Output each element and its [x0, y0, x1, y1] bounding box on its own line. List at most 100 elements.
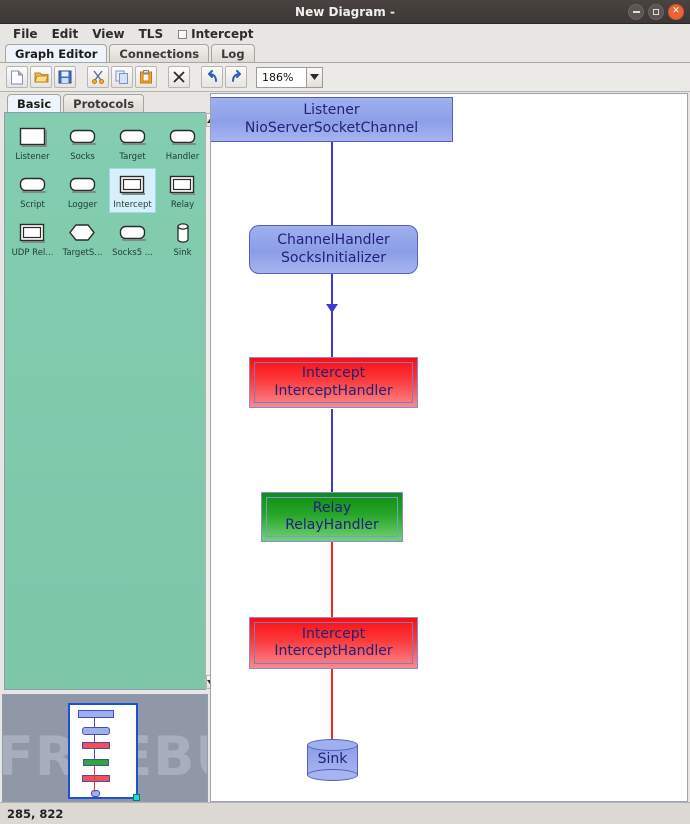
minimap-node — [82, 727, 110, 735]
node-line1: ChannelHandler — [277, 232, 390, 249]
undo-button[interactable] — [201, 66, 223, 88]
redo-button[interactable] — [225, 66, 247, 88]
title-bar: New Diagram - ✕ — [0, 0, 690, 24]
palette-row: Listener Socks Target Handler — [5, 121, 205, 164]
palette-item-label: Target — [119, 152, 146, 162]
menu-tls[interactable]: TLS — [132, 26, 170, 42]
node-inner-border — [266, 497, 398, 537]
edge-intercept1-relay[interactable] — [331, 409, 333, 503]
palette-tab-protocols[interactable]: Protocols — [63, 94, 145, 112]
open-folder-button[interactable] — [30, 66, 52, 88]
palette-grid: Listener Socks Target Handler Script Log… — [5, 113, 205, 689]
chevron-down-icon[interactable] — [306, 66, 323, 88]
delete-button[interactable] — [168, 66, 190, 88]
palette-item-label: Socks — [70, 152, 95, 162]
palette-item-sink[interactable]: Sink — [160, 217, 205, 260]
palette-item-relay[interactable]: Relay — [160, 169, 205, 212]
double-rect-shape-icon — [169, 172, 197, 197]
palette-item-label: Logger — [67, 200, 98, 210]
tab-graph-editor[interactable]: Graph Editor — [5, 44, 108, 62]
node-sink[interactable]: Sink — [307, 739, 358, 781]
palette-item-socks[interactable]: Socks — [60, 121, 105, 164]
edge-intercept2-sink[interactable] — [331, 669, 333, 746]
menu-edit[interactable]: Edit — [45, 26, 86, 42]
palette-item-script[interactable]: Script — [10, 169, 55, 212]
palette-item-intercept[interactable]: Intercept — [109, 168, 156, 213]
palette-item-label: Handler — [165, 152, 200, 162]
rect-shape-icon — [19, 124, 47, 149]
palette-item-label: Sink — [173, 248, 192, 258]
minimap-node — [82, 775, 110, 782]
minimap-edge — [94, 766, 95, 792]
node-intercept-1[interactable]: Intercept InterceptHandler — [249, 357, 418, 408]
rounded-shape-icon — [119, 124, 147, 149]
rounded-shape-icon — [19, 172, 47, 197]
status-bar: 285, 822 — [0, 802, 690, 824]
menu-bar: File Edit View TLS Intercept — [0, 24, 690, 44]
palette-item-target[interactable]: Target — [110, 121, 155, 164]
minimap-node — [82, 742, 110, 749]
outline-panel[interactable]: FREEBUF — [2, 694, 208, 802]
rounded-shape-icon — [119, 220, 147, 245]
node-listener-label: Listener NioServerSocketChannel — [211, 98, 452, 141]
cut-button[interactable] — [87, 66, 109, 88]
close-button[interactable]: ✕ — [668, 4, 684, 20]
node-line1: Listener — [303, 102, 360, 119]
palette-item-listener[interactable]: Listener — [10, 121, 55, 164]
palette-item-label: Listener — [15, 152, 50, 162]
palette-item-label: Socks5 ... — [112, 248, 153, 258]
toolbar: 186% — [0, 63, 690, 92]
cylinder-top — [307, 739, 358, 751]
minimap-node — [83, 759, 109, 766]
edge-channel-intercept1[interactable] — [331, 274, 333, 363]
node-listener[interactable]: Listener NioServerSocketChannel — [211, 97, 453, 142]
palette-tab-basic[interactable]: Basic — [7, 94, 62, 112]
cylinder-shape-icon — [169, 220, 197, 245]
double-rect-shape-icon — [119, 172, 147, 197]
tab-log[interactable]: Log — [211, 44, 255, 62]
minimize-button[interactable] — [628, 4, 644, 20]
node-inner-border — [254, 622, 413, 664]
save-button[interactable] — [54, 66, 76, 88]
new-file-button[interactable] — [6, 66, 28, 88]
rounded-shape-icon — [69, 124, 97, 149]
tab-connections[interactable]: Connections — [109, 44, 210, 62]
node-intercept-2[interactable]: Intercept InterceptHandler — [249, 617, 418, 669]
palette-item-target-sock[interactable]: TargetS... — [60, 217, 105, 260]
zoom-value[interactable]: 186% — [256, 66, 306, 88]
node-line2: SocksInitializer — [281, 249, 386, 266]
graph-canvas[interactable]: Listener NioServerSocketChannel ChannelH… — [210, 93, 688, 802]
palette-item-udp-relay[interactable]: UDP Rel... — [10, 217, 55, 260]
application-window: New Diagram - ✕ File Edit View TLS Inter… — [0, 0, 690, 824]
zoom-control[interactable]: 186% — [256, 66, 323, 88]
menu-file[interactable]: File — [6, 26, 45, 42]
maximize-button[interactable] — [648, 4, 664, 20]
node-channel-handler-label: ChannelHandler SocksInitializer — [250, 226, 417, 273]
minimap-node — [78, 710, 114, 718]
double-rect-shape-icon — [19, 220, 47, 245]
palette-item-label: UDP Rel... — [11, 248, 54, 258]
hexagon-shape-icon — [68, 220, 97, 245]
intercept-toggle[interactable]: Intercept — [172, 26, 259, 42]
palette-item-logger[interactable]: Logger — [60, 169, 105, 212]
window-title: New Diagram - — [295, 5, 395, 19]
menu-view[interactable]: View — [85, 26, 131, 42]
palette-body: Listener Socks Target Handler Script Log… — [4, 112, 215, 690]
palette-item-label: Script — [20, 200, 45, 210]
palette-item-handler[interactable]: Handler — [160, 121, 205, 164]
cylinder-bottom — [307, 769, 358, 781]
minimap-viewport[interactable] — [68, 703, 140, 801]
graph-canvas-surface[interactable]: Listener NioServerSocketChannel ChannelH… — [211, 94, 687, 801]
node-channel-handler[interactable]: ChannelHandler SocksInitializer — [249, 225, 418, 274]
copy-button[interactable] — [111, 66, 133, 88]
palette-row: UDP Rel... TargetS... Socks5 ... Sink — [5, 217, 205, 260]
checkbox-icon[interactable] — [178, 29, 188, 39]
palette-item-socks5[interactable]: Socks5 ... — [110, 217, 155, 260]
node-line2: NioServerSocketChannel — [244, 119, 419, 136]
palette-row: Script Logger Intercept Relay — [5, 168, 205, 213]
minimap-resize-handle[interactable] — [133, 794, 140, 801]
palette-panel: Basic Protocols Listener Socks Target Ha… — [2, 93, 215, 691]
palette-tab-bar: Basic Protocols — [2, 93, 208, 112]
paste-button[interactable] — [135, 66, 157, 88]
node-relay[interactable]: Relay RelayHandler — [261, 492, 403, 542]
